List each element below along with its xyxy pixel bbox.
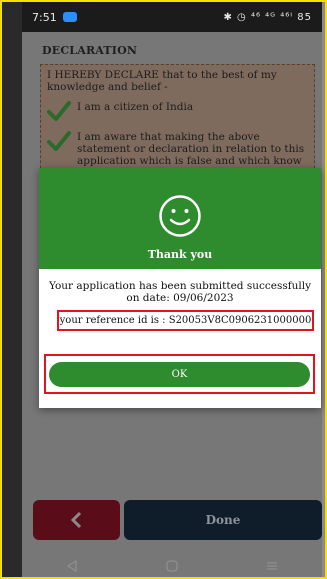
status-icons: ✱ ◷ ⁴⁶ ⁴ᴳ ⁴⁶ᴵ 85 bbox=[223, 11, 312, 23]
status-time: 7:51 bbox=[32, 10, 57, 24]
ok-highlight: OK bbox=[44, 354, 315, 394]
nav-menu-icon[interactable] bbox=[266, 560, 278, 572]
reference-id: your reference id is : S20053V8C09062310… bbox=[57, 310, 314, 331]
dialog-message: Your application has been submitted succ… bbox=[48, 280, 312, 304]
checkmark-icon bbox=[47, 131, 71, 151]
ok-button[interactable]: OK bbox=[49, 362, 310, 387]
declaration-item-text: I am a citizen of India bbox=[77, 101, 194, 113]
smile-icon bbox=[159, 195, 201, 237]
bottom-action-bar: Done bbox=[22, 500, 322, 544]
phone-screen: 7:51 ✱ ◷ ⁴⁶ ⁴ᴳ ⁴⁶ᴵ 85 DECLARATION I HERE… bbox=[0, 0, 327, 579]
declaration-title: DECLARATION bbox=[42, 44, 138, 57]
left-edge bbox=[2, 2, 22, 577]
declaration-item: I am a citizen of India bbox=[47, 101, 308, 121]
checkmark-icon bbox=[47, 101, 71, 121]
back-button[interactable] bbox=[33, 500, 120, 540]
notification-icon bbox=[62, 12, 77, 22]
nav-back-icon[interactable] bbox=[66, 559, 78, 572]
dialog-header: Thank you bbox=[39, 168, 321, 269]
system-nav-bar bbox=[22, 550, 322, 577]
status-bar: 7:51 ✱ ◷ ⁴⁶ ⁴ᴳ ⁴⁶ᴵ 85 bbox=[22, 2, 322, 32]
success-dialog: Thank you Your application has been subm… bbox=[39, 168, 321, 408]
declaration-intro: I HEREBY DECLARE that to the best of my … bbox=[47, 69, 277, 93]
done-button[interactable]: Done bbox=[124, 500, 322, 540]
chevron-left-icon bbox=[70, 511, 81, 529]
dialog-title: Thank you bbox=[147, 248, 213, 261]
nav-home-icon[interactable] bbox=[166, 560, 178, 572]
